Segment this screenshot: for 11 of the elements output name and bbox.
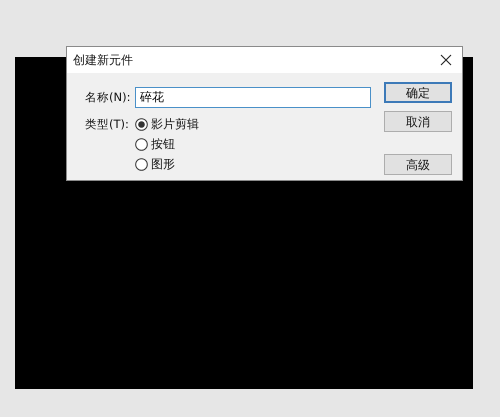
dialog-button[interactable]: 高级 bbox=[384, 154, 452, 175]
name-label: 名称(N): bbox=[85, 88, 132, 106]
radio-option[interactable]: 按钮 bbox=[135, 136, 199, 152]
type-label: 类型(T): bbox=[85, 116, 130, 133]
radio-option[interactable]: 图形 bbox=[135, 156, 199, 172]
close-icon[interactable] bbox=[440, 54, 452, 66]
radio-option[interactable]: 影片剪辑 bbox=[135, 116, 199, 132]
dialog-button[interactable]: 取消 bbox=[384, 111, 452, 132]
name-field[interactable]: 碎花 bbox=[135, 87, 371, 108]
window-title: 创建新元件 bbox=[73, 52, 133, 69]
dialog-button[interactable]: 确定 bbox=[384, 82, 452, 103]
